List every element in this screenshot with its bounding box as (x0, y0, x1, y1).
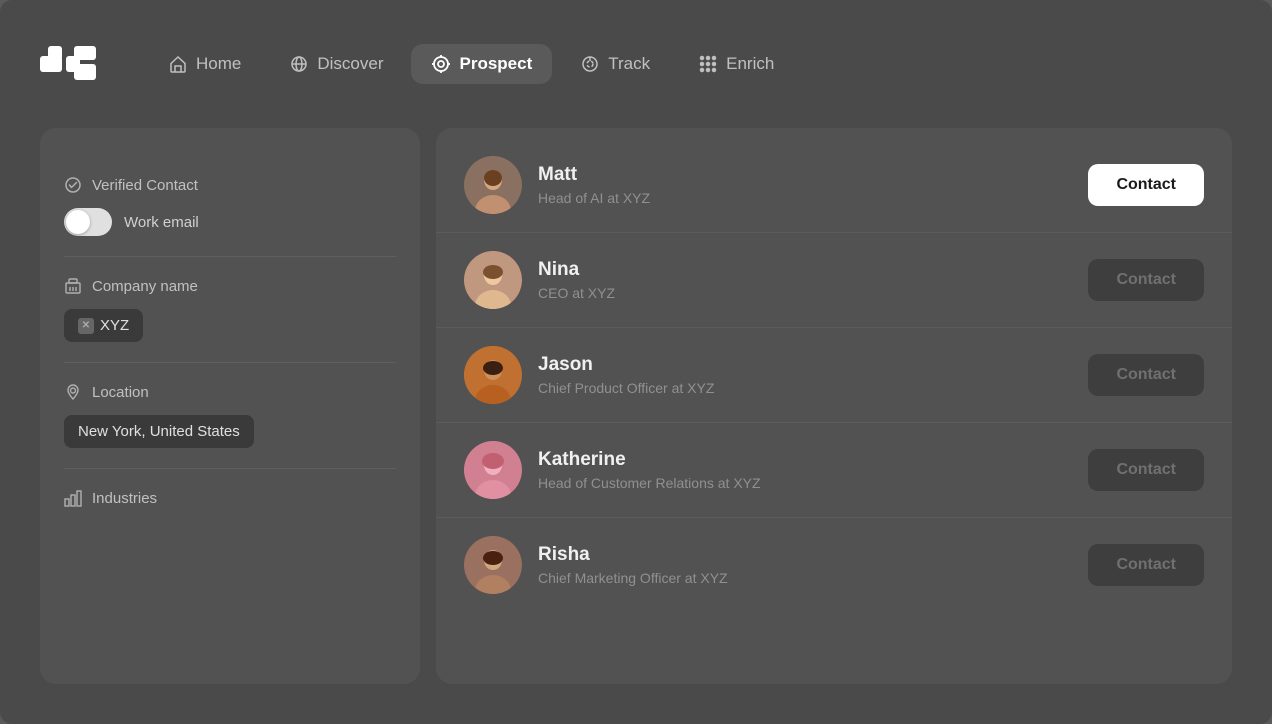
contact-name-jason: Jason (538, 354, 1072, 376)
location-value: New York, United States (78, 423, 240, 440)
avatar-risha (464, 536, 522, 594)
contact-name-matt: Matt (538, 164, 1072, 186)
contact-role-jason: Chief Product Officer at XYZ (538, 380, 1072, 396)
contact-name-risha: Risha (538, 544, 1072, 566)
contact-button-nina[interactable]: Contact (1088, 259, 1204, 301)
contact-info-matt: Matt Head of AI at XYZ (538, 164, 1072, 206)
work-email-label: Work email (124, 214, 199, 231)
avatar-matt (464, 156, 522, 214)
globe-icon (289, 54, 309, 74)
top-nav: Home Discover (0, 0, 1272, 128)
nav-label-home: Home (196, 54, 241, 74)
verified-icon (64, 176, 82, 194)
avatar-katherine (464, 441, 522, 499)
nav-item-prospect[interactable]: Prospect (411, 44, 552, 84)
contact-role-nina: CEO at XYZ (538, 285, 1072, 301)
nav-item-enrich[interactable]: Enrich (678, 44, 794, 84)
location-icon (64, 383, 82, 401)
avatar-nina (464, 251, 522, 309)
contact-row-jason: Jason Chief Product Officer at XYZ Conta… (436, 328, 1232, 423)
company-value: XYZ (100, 317, 129, 334)
main-content: Verified Contact Work email (0, 128, 1272, 724)
contact-name-katherine: Katherine (538, 449, 1072, 471)
work-email-row: Work email (64, 208, 396, 236)
location-tag[interactable]: New York, United States (64, 415, 254, 448)
contact-row-risha: Risha Chief Marketing Officer at XYZ Con… (436, 518, 1232, 612)
nav-label-track: Track (608, 54, 650, 74)
industries-icon (64, 489, 82, 507)
home-icon (168, 54, 188, 74)
sidebar: Verified Contact Work email (40, 128, 420, 684)
contact-info-katherine: Katherine Head of Customer Relations at … (538, 449, 1072, 491)
nav-label-enrich: Enrich (726, 54, 774, 74)
contact-info-jason: Jason Chief Product Officer at XYZ (538, 354, 1072, 396)
industries-header: Industries (64, 489, 396, 507)
app-window: Home Discover (0, 0, 1272, 724)
contact-role-katherine: Head of Customer Relations at XYZ (538, 475, 1072, 491)
contact-button-katherine[interactable]: Contact (1088, 449, 1204, 491)
nav-item-track[interactable]: Track (560, 44, 670, 84)
toggle-thumb (66, 210, 90, 234)
nav-label-prospect: Prospect (459, 54, 532, 74)
contact-info-nina: Nina CEO at XYZ (538, 259, 1072, 301)
logo (40, 42, 100, 86)
contact-button-risha[interactable]: Contact (1088, 544, 1204, 586)
nav-item-discover[interactable]: Discover (269, 44, 403, 84)
verified-contact-label: Verified Contact (92, 177, 198, 194)
location-section: Location New York, United States (64, 363, 396, 469)
location-label: Location (92, 384, 149, 401)
contact-row-katherine: Katherine Head of Customer Relations at … (436, 423, 1232, 518)
contact-role-matt: Head of AI at XYZ (538, 190, 1072, 206)
verified-contact-header: Verified Contact (64, 176, 396, 194)
remove-company-icon[interactable]: ✕ (78, 318, 94, 334)
prospect-icon (431, 54, 451, 74)
contact-row-nina: Nina CEO at XYZ Contact (436, 233, 1232, 328)
nav-item-home[interactable]: Home (148, 44, 261, 84)
company-name-section: Company name ✕ XYZ (64, 257, 396, 363)
contacts-panel: Matt Head of AI at XYZ Contact Nina (436, 128, 1232, 684)
contact-button-jason[interactable]: Contact (1088, 354, 1204, 396)
contact-name-nina: Nina (538, 259, 1072, 281)
avatar-jason (464, 346, 522, 404)
track-icon (580, 54, 600, 74)
location-header: Location (64, 383, 396, 401)
industries-section: Industries (64, 469, 396, 541)
company-tag[interactable]: ✕ XYZ (64, 309, 143, 342)
nav-label-discover: Discover (317, 54, 383, 74)
contact-info-risha: Risha Chief Marketing Officer at XYZ (538, 544, 1072, 586)
contact-button-matt[interactable]: Contact (1088, 164, 1204, 206)
building-icon (64, 277, 82, 295)
company-name-header: Company name (64, 277, 396, 295)
contact-row-matt: Matt Head of AI at XYZ Contact (436, 138, 1232, 233)
work-email-toggle[interactable] (64, 208, 112, 236)
industries-label: Industries (92, 490, 157, 507)
verified-contact-section: Verified Contact Work email (64, 156, 396, 257)
enrich-icon (698, 54, 718, 74)
company-name-label: Company name (92, 278, 198, 295)
contact-role-risha: Chief Marketing Officer at XYZ (538, 570, 1072, 586)
